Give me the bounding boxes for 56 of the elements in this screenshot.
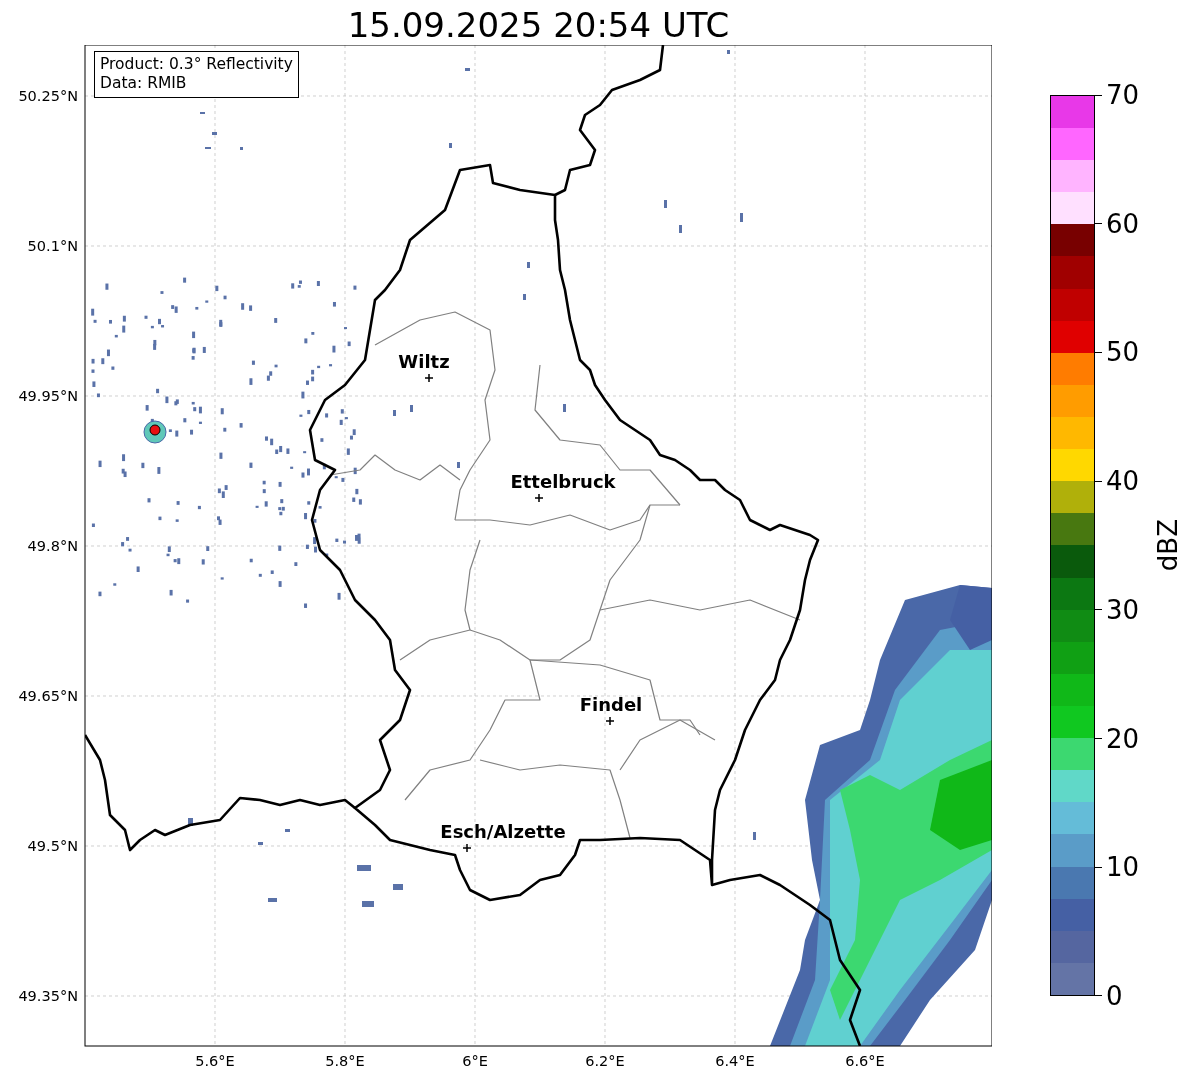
info-text: Data: RMIB bbox=[100, 74, 188, 93]
radar-site-marker bbox=[149, 424, 161, 436]
longitude-tick-label: 6°E bbox=[462, 1053, 488, 1069]
city-marker-icon bbox=[462, 843, 472, 853]
longitude-tick-label: 5.6°E bbox=[195, 1053, 235, 1069]
radar-speck bbox=[527, 262, 530, 268]
city-label: Esch/Alzette bbox=[440, 821, 566, 842]
radar-speck bbox=[268, 898, 277, 902]
colorbar-tick-label: 20 bbox=[1106, 724, 1140, 753]
radar-speck bbox=[285, 829, 290, 832]
city-label: Wiltz bbox=[398, 351, 450, 372]
longitude-tick-label: 6.6°E bbox=[845, 1053, 885, 1069]
longitude-tick-label: 6.2°E bbox=[585, 1053, 625, 1069]
latitude-tick-label: 49.5°N bbox=[27, 838, 78, 854]
radar-speck bbox=[449, 143, 452, 148]
radar-speck bbox=[258, 842, 263, 845]
colorbar-tick-label: 0 bbox=[1106, 981, 1123, 1010]
colorbar-tick-label: 40 bbox=[1106, 467, 1140, 496]
latitude-tick-label: 50.1°N bbox=[27, 238, 78, 254]
chart-title: 15.09.2025 20:54 UTC bbox=[347, 5, 730, 45]
city-label: Ettelbruck bbox=[510, 471, 616, 492]
colorbar-tick-label: 30 bbox=[1106, 595, 1140, 624]
colorbar-label: dBZ bbox=[1153, 519, 1184, 572]
latitude-tick-label: 49.65°N bbox=[18, 688, 78, 704]
radar-speck bbox=[188, 818, 193, 826]
city-marker-icon bbox=[605, 716, 615, 726]
colorbar-tick-label: 10 bbox=[1106, 853, 1140, 882]
radar-speck bbox=[679, 225, 682, 233]
radar-speck bbox=[393, 410, 396, 416]
radar-speck bbox=[664, 200, 667, 208]
radar-speck bbox=[410, 405, 413, 412]
colorbar-tick-label: 50 bbox=[1106, 338, 1140, 367]
radar-speck bbox=[457, 462, 460, 468]
radar-speck bbox=[362, 901, 374, 907]
city-label: Findel bbox=[579, 694, 643, 715]
radar-speck bbox=[753, 832, 756, 840]
colorbar-tick-label: 70 bbox=[1106, 81, 1140, 109]
radar-speck bbox=[523, 294, 526, 300]
city-marker-icon bbox=[424, 373, 434, 383]
radar-speck bbox=[740, 213, 743, 222]
latitude-tick-label: 49.95°N bbox=[18, 388, 78, 404]
latitude-tick-label: 50.25°N bbox=[18, 88, 78, 104]
radar-speck bbox=[393, 884, 403, 890]
radar-speck bbox=[727, 50, 730, 54]
radar-speck bbox=[240, 147, 243, 150]
longitude-tick-label: 5.8°E bbox=[325, 1053, 365, 1069]
radar-speck bbox=[212, 132, 217, 135]
longitude-tick-label: 6.4°E bbox=[715, 1053, 755, 1069]
info-text: Product: 0.3° Reflectivity bbox=[100, 55, 293, 74]
radar-speck bbox=[465, 68, 470, 71]
latitude-tick-label: 49.35°N bbox=[18, 988, 78, 1004]
colorbar-tick-label: 60 bbox=[1106, 209, 1140, 238]
radar-speck bbox=[563, 404, 566, 412]
city-marker-icon bbox=[534, 493, 544, 503]
latitude-tick-label: 49.8°N bbox=[27, 538, 78, 554]
radar-speck bbox=[357, 865, 371, 871]
